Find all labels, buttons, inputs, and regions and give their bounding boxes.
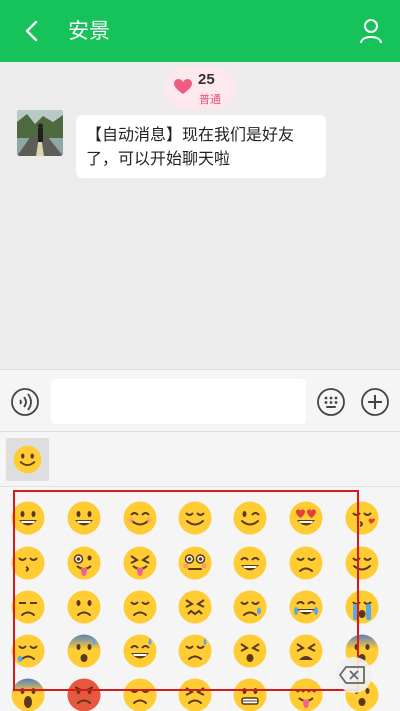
message-text-line-2: 了，可以开始聊天啦 — [86, 149, 231, 168]
message-input[interactable] — [51, 379, 306, 424]
grinning-sweat-emoji[interactable] — [122, 633, 158, 669]
confounded-emoji[interactable] — [177, 589, 213, 625]
intimacy-count: 25 — [198, 71, 215, 88]
zany-tongue-emoji[interactable] — [66, 545, 102, 581]
avatar-photo — [17, 110, 63, 156]
beaming-grin-emoji[interactable] — [232, 545, 268, 581]
persevering-emoji[interactable] — [177, 677, 213, 711]
winking-emoji[interactable] — [232, 500, 268, 536]
intimacy-badge[interactable]: 25 普通 — [164, 66, 236, 110]
smiling-blush-emoji[interactable] — [122, 500, 158, 536]
emoji-category-tabs — [0, 432, 400, 487]
relaxed-emoji[interactable] — [177, 500, 213, 536]
chat-title: 安景 — [68, 19, 110, 43]
intimacy-level: 普通 — [199, 93, 221, 106]
anxious-sweat-emoji[interactable] — [66, 633, 102, 669]
input-bar — [0, 369, 400, 432]
keyboard-icon[interactable] — [316, 387, 346, 417]
disappointed-emoji[interactable] — [122, 589, 158, 625]
plus-icon[interactable] — [360, 387, 390, 417]
grimacing-emoji[interactable] — [232, 677, 268, 711]
kissing-closed-eyes-emoji[interactable] — [10, 545, 46, 581]
relieved-emoji[interactable] — [344, 545, 380, 581]
back-arrow-icon[interactable] — [18, 16, 48, 46]
kissing-heart-emoji[interactable] — [344, 500, 380, 536]
worried-emoji[interactable] — [66, 589, 102, 625]
grinning-big-eyes-emoji[interactable] — [10, 500, 46, 536]
squinting-tongue-emoji[interactable] — [122, 545, 158, 581]
crying-tear-emoji[interactable] — [232, 589, 268, 625]
grinning-emoji[interactable] — [66, 500, 102, 536]
chat-area[interactable]: 25 普通 【自动消息】现在我们是好友 了，可以开始聊天啦 — [0, 62, 400, 369]
heart-icon — [174, 79, 192, 94]
heart-eyes-emoji[interactable] — [288, 500, 324, 536]
backspace-key[interactable] — [336, 657, 372, 693]
backspace-icon — [339, 666, 365, 684]
message-text-line-1: 【自动消息】现在我们是好友 — [86, 125, 295, 144]
angry-emoji[interactable] — [66, 677, 102, 711]
voice-icon[interactable] — [10, 387, 40, 417]
sleepy-emoji[interactable] — [10, 633, 46, 669]
yum-emoji[interactable] — [288, 677, 324, 711]
flushed-emoji[interactable] — [177, 545, 213, 581]
triumph-emoji[interactable] — [122, 677, 158, 711]
tired-emoji[interactable] — [232, 633, 268, 669]
smiley-emoji-tab[interactable] — [6, 438, 49, 481]
tears-of-joy-emoji[interactable] — [288, 589, 324, 625]
smiley-icon — [13, 445, 42, 474]
screaming-emoji[interactable] — [10, 677, 46, 711]
weary-emoji[interactable] — [288, 633, 324, 669]
contact-avatar[interactable] — [17, 110, 63, 156]
title-bar: 安景 — [0, 0, 400, 62]
message-bubble[interactable]: 【自动消息】现在我们是好友 了，可以开始聊天啦 — [76, 115, 326, 178]
person-icon[interactable] — [356, 16, 386, 46]
pensive-emoji[interactable] — [288, 545, 324, 581]
loudly-crying-emoji[interactable] — [344, 589, 380, 625]
downcast-sweat-emoji[interactable] — [177, 633, 213, 669]
unamused-emoji[interactable] — [10, 589, 46, 625]
